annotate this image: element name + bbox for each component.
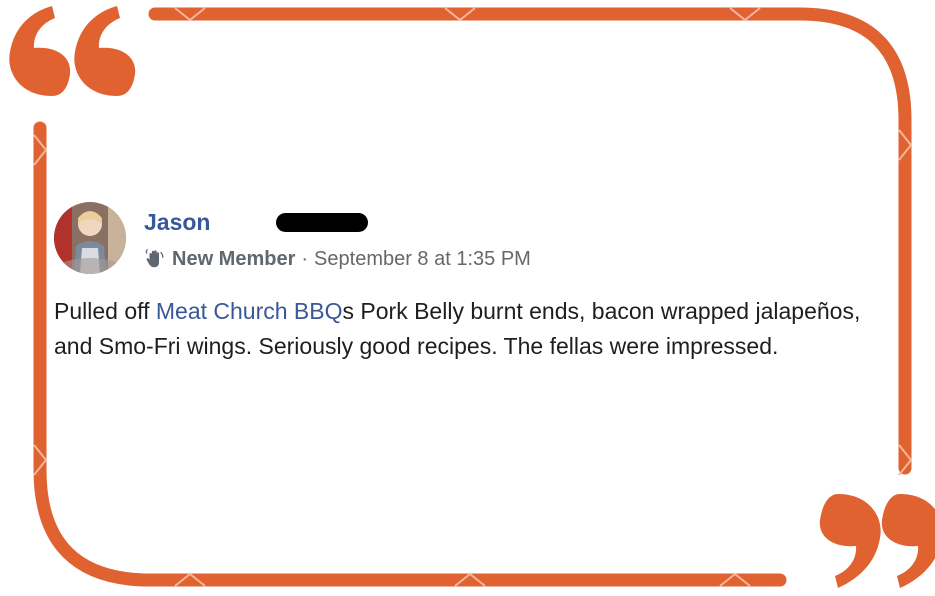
meta-separator: ·	[301, 248, 309, 270]
author-name[interactable]: Jason	[144, 206, 210, 238]
redacted-last-name	[276, 213, 368, 232]
post-text: Pulled off Meat Church BBQs Pork Belly b…	[54, 294, 899, 364]
post-meta: New Member · September 8 at 1:35 PM	[144, 245, 531, 273]
close-quote-icon	[819, 494, 935, 588]
open-quote-icon	[9, 6, 136, 96]
mention-link-meat-church[interactable]: Meat Church BBQ	[156, 298, 343, 324]
frame-top-right-stroke	[148, 7, 912, 475]
avatar[interactable]	[54, 202, 126, 274]
member-badge[interactable]: New Member	[172, 245, 295, 273]
post-text-before-mention: Pulled off	[54, 298, 156, 324]
post-timestamp[interactable]: September 8 at 1:35 PM	[314, 245, 531, 273]
avatar-photo	[54, 202, 126, 274]
wave-icon	[145, 249, 164, 268]
